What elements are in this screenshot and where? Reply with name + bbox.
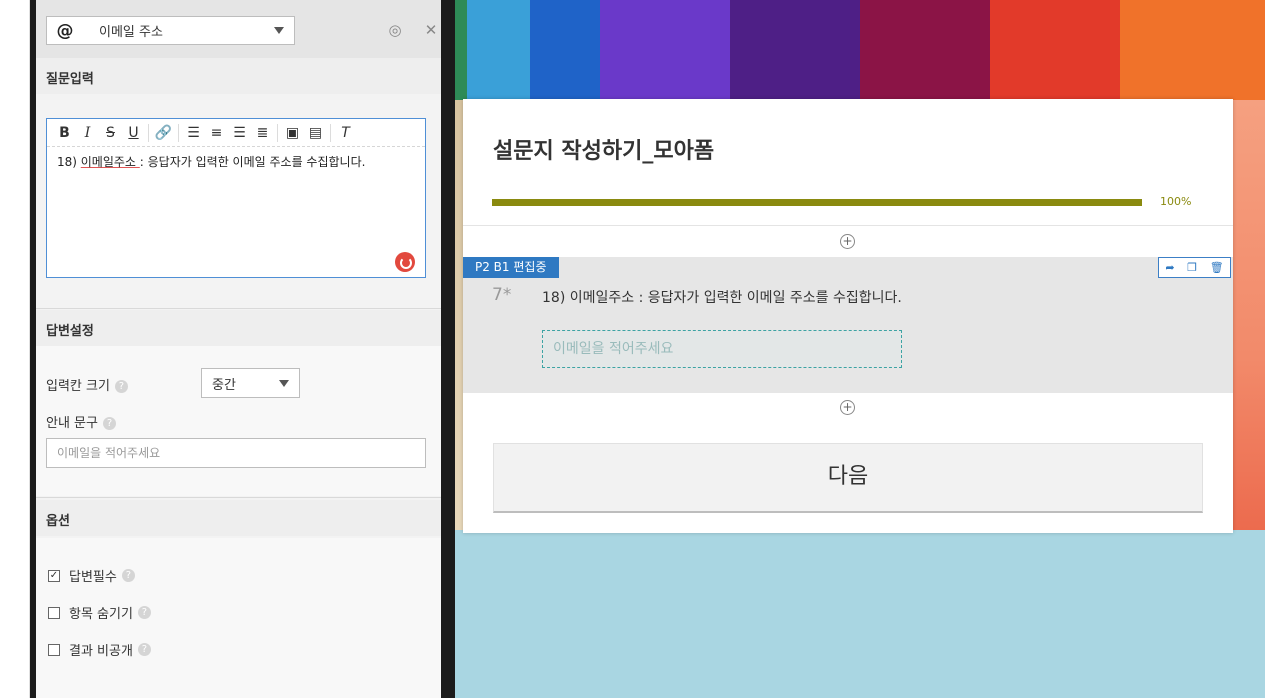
question-type-label: 이메일 주소 [99,25,163,40]
close-icon[interactable]: ✕ [422,21,440,39]
option-hide-item[interactable]: 항목 숨기기? [48,603,151,622]
align-left-icon[interactable]: ☰ [182,122,205,144]
italic-icon[interactable]: I [76,122,99,144]
question-block[interactable]: P2 B1 편집중 ➦ ❐ 🗑 7* 18) 이메일주소 : 응답자가 입력한 … [463,257,1233,393]
share-icon[interactable]: ➦ [1165,261,1174,274]
survey-title: 설문지 작성하기_모아폼 [493,139,715,164]
pencil-background [455,0,1265,100]
question-rich-editor[interactable]: B I S U 🔗 ☰ ≡ ☰ ≣ ▣ ▤ T 18) 이메일주소 : 응답자가… [46,118,426,278]
guide-label-row: 안내 문구? [46,412,116,431]
question-tools: ➦ ❐ 🗑 [1158,257,1231,278]
copy-icon[interactable]: ❐ [1187,261,1197,274]
option-label: 결과 비공개 [69,644,133,659]
checkbox-checked[interactable]: ✓ [48,569,60,582]
left-toolbar [0,0,30,698]
editor-toolbar: B I S U 🔗 ☰ ≡ ☰ ≣ ▣ ▤ T [47,119,425,147]
checkbox[interactable] [48,606,60,619]
help-icon[interactable]: ? [137,643,151,656]
answer-section-title: 답변설정 [36,310,441,346]
editing-badge: P2 B1 편집중 [463,257,559,278]
at-icon: @ [56,20,74,41]
question-number: 7* [492,285,512,305]
input-size-label-row: 입력칸 크기? [46,375,128,394]
question-text: 18) 이메일주소 : 응답자가 입력한 이메일 주소를 수집합니다. [542,290,902,306]
option-required[interactable]: ✓ 답변필수? [48,566,135,585]
survey-card: 설문지 작성하기_모아폼 100% + P2 B1 편집중 ➦ ❐ 🗑 7* 1… [463,99,1233,533]
question-type-select[interactable]: @ 이메일 주소 [46,16,295,45]
help-icon[interactable]: ? [114,380,128,393]
editor-content[interactable]: 18) 이메일주소 : 응답자가 입력한 이메일 주소를 수집합니다. [47,147,425,176]
editor-text-highlight: 이메일주소 [80,155,140,169]
input-size-value: 중간 [212,377,236,393]
help-icon[interactable]: ? [137,606,151,619]
align-center-icon[interactable]: ≡ [205,122,228,144]
video-icon[interactable]: ▤ [304,122,327,144]
options-section-title: 옵션 [36,500,441,536]
image-icon[interactable]: ▣ [281,122,304,144]
checkbox[interactable] [48,643,60,656]
option-label: 항목 숨기기 [69,607,133,622]
question-section-title: 질문입력 [36,58,441,94]
help-icon[interactable]: ? [102,417,116,430]
option-label: 답변필수 [69,570,117,585]
add-block-icon[interactable]: + [840,234,855,249]
grammar-check-icon[interactable] [395,252,415,272]
align-justify-icon[interactable]: ≣ [251,122,274,144]
trash-icon[interactable]: 🗑 [1210,261,1224,274]
target-icon[interactable]: ◎ [386,21,404,39]
next-button[interactable]: 다음 [493,443,1203,513]
add-block-icon[interactable]: + [840,400,855,415]
editor-text-prefix: 18) [57,155,81,169]
editor-text-rest: : 응답자가 입력한 이메일 주소를 수집합니다. [139,155,366,169]
align-right-icon[interactable]: ☰ [228,122,251,144]
progress-label: 100% [1160,195,1192,208]
question-editor-panel: @ 이메일 주소 ◎ ✕ 질문입력 B I S U 🔗 ☰ ≡ ☰ ≣ ▣ ▤ … [30,0,455,698]
strikethrough-icon[interactable]: S [99,122,122,144]
chevron-down-icon [279,379,289,387]
link-icon[interactable]: 🔗 [152,122,175,144]
clear-format-icon[interactable]: T [334,122,357,144]
guide-label: 안내 문구 [46,416,98,431]
input-size-label: 입력칸 크기 [46,379,110,394]
chevron-down-icon [274,27,284,34]
help-icon[interactable]: ? [121,569,135,582]
progress-bar [492,199,1142,206]
guide-text-input[interactable]: 이메일을 적어주세요 [46,438,426,468]
bold-icon[interactable]: B [53,122,76,144]
email-answer-input[interactable]: 이메일을 적어주세요 [542,330,902,368]
input-size-select[interactable]: 중간 [201,368,300,398]
option-private-result[interactable]: 결과 비공개? [48,640,151,659]
panel-header: @ 이메일 주소 ◎ ✕ [36,0,441,58]
underline-icon[interactable]: U [122,122,145,144]
